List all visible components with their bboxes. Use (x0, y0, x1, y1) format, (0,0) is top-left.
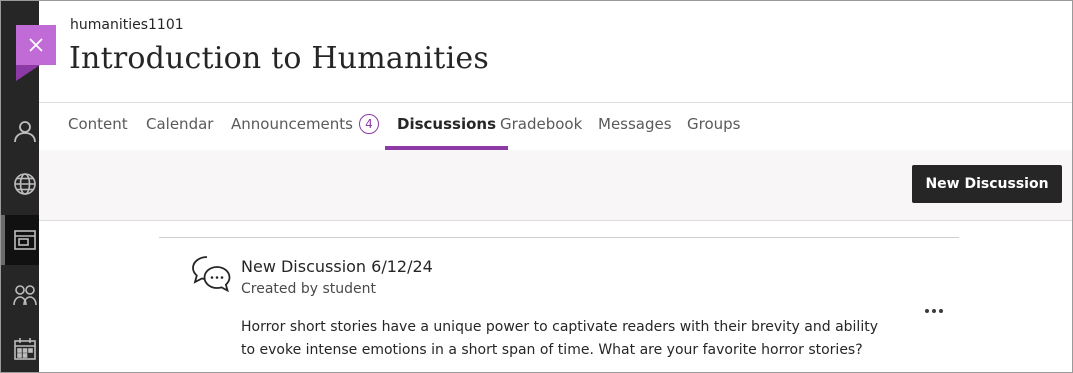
tab-label: Discussions (397, 115, 497, 133)
discussion-body: Horror short stories have a unique power… (241, 319, 878, 358)
page-title: Introduction to Humanities (69, 41, 489, 76)
announcements-count-badge: 4 (359, 113, 379, 134)
tab-gradebook[interactable]: Gradebook (500, 103, 582, 150)
app-window: humanities1101 Introduction to Humanitie… (0, 0, 1073, 373)
tab-label: Announcements (231, 115, 353, 133)
close-button-tab (16, 65, 40, 81)
dot (932, 309, 936, 313)
discussions-list: New Discussion 6/12/24 Created by studen… (39, 221, 1072, 372)
tab-messages[interactable]: Messages (598, 103, 672, 150)
course-panel: humanities1101 Introduction to Humanitie… (39, 1, 1072, 372)
tab-label: Groups (687, 115, 741, 133)
tab-content[interactable]: Content (68, 103, 128, 150)
course-code: humanities1101 (70, 17, 184, 33)
close-button[interactable] (16, 25, 56, 65)
calendar-icon (14, 338, 36, 360)
tab-groups[interactable]: Groups (687, 103, 740, 150)
tab-calendar[interactable]: Calendar (146, 103, 213, 150)
more-options-icon[interactable] (919, 301, 949, 321)
rail-groups[interactable] (1, 273, 39, 317)
list-divider (159, 237, 959, 238)
groups-icon (13, 285, 37, 306)
tab-announcements[interactable]: Announcements 4 (231, 103, 379, 150)
discussion-bubbles-icon (192, 256, 231, 293)
rail-courses[interactable] (1, 215, 39, 265)
tab-label: Gradebook (500, 115, 583, 133)
discussions-toolbar: New Discussion (39, 150, 1072, 221)
tab-label: Messages (598, 115, 672, 133)
profile-icon (14, 121, 36, 143)
new-discussion-button[interactable]: New Discussion (912, 165, 1062, 203)
dot (939, 309, 943, 313)
rail-calendar[interactable] (1, 327, 39, 371)
tab-label: Calendar (146, 115, 214, 133)
tab-label: Content (68, 115, 128, 133)
discussion-title[interactable]: New Discussion 6/12/24 (241, 257, 433, 276)
discussion-author: Created by student (241, 281, 376, 297)
courses-icon (14, 230, 36, 250)
globe-icon (14, 173, 36, 195)
tab-discussions[interactable]: Discussions (385, 103, 509, 150)
rail-profile[interactable] (1, 109, 39, 153)
dot (925, 309, 929, 313)
rail-globe[interactable] (1, 162, 39, 206)
course-tabs: Content Calendar Announcements 4 Discussi… (39, 102, 1072, 151)
close-icon (29, 38, 43, 52)
